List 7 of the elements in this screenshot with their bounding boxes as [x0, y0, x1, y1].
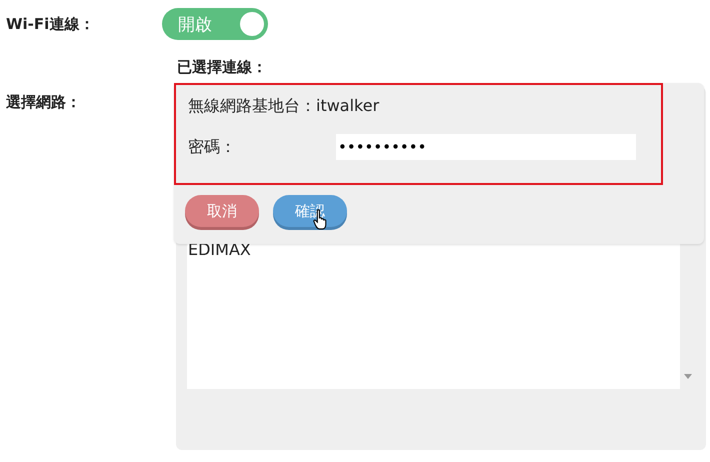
selected-connection-label: 已選擇連線：: [177, 58, 267, 78]
wifi-label: Wi-Fi連線：: [5, 14, 96, 34]
dropdown-arrow-icon[interactable]: [684, 374, 692, 379]
password-field[interactable]: ••••••••••: [336, 134, 636, 160]
ssid-text: 無線網路基地台：itwalker: [188, 95, 380, 117]
password-label: 密碼：: [188, 136, 237, 158]
network-label: 選擇網路：: [5, 92, 82, 112]
